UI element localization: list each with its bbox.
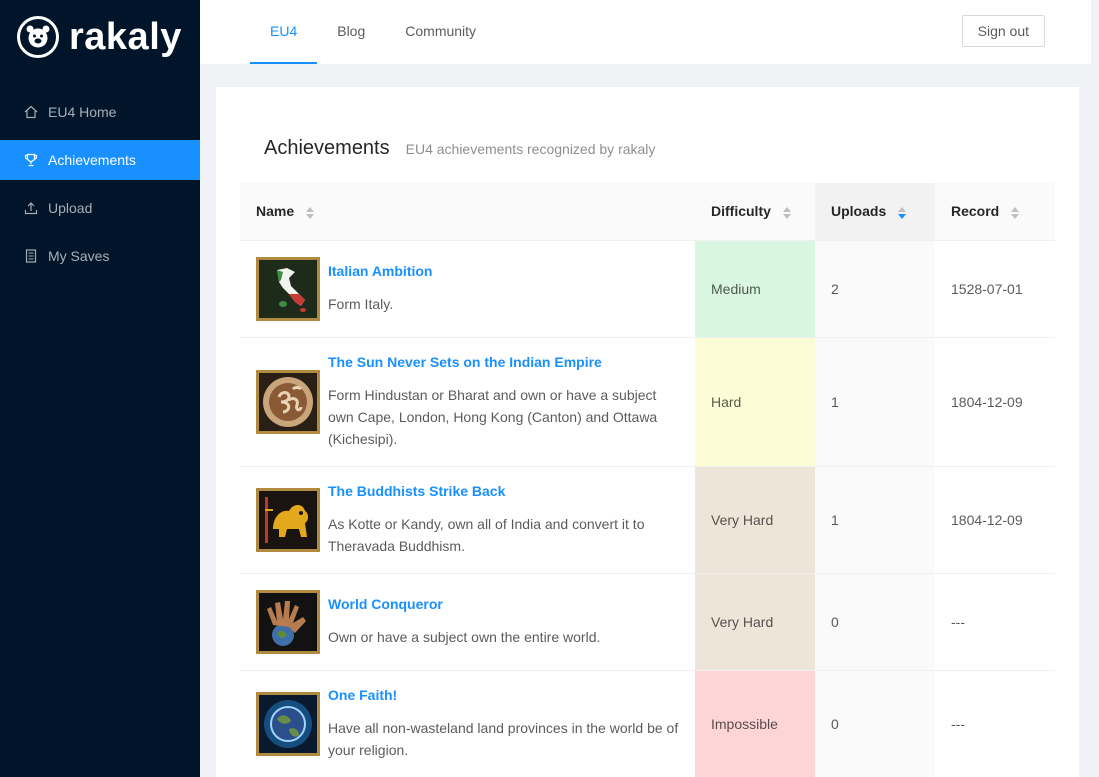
italy-map-icon	[256, 256, 320, 321]
name-cell: One Faith! Have all non-wasteland land p…	[240, 670, 695, 777]
top-nav-tabs: EU4 Blog Community	[250, 0, 496, 64]
bear-logo-icon	[17, 16, 59, 58]
table-row: World Conqueror Own or have a subject ow…	[240, 573, 1055, 671]
page-subtitle: EU4 achievements recognized by rakaly	[405, 141, 656, 157]
column-header-label: Name	[256, 203, 295, 220]
achievement-title-link[interactable]: The Sun Never Sets on the Indian Empire	[328, 354, 679, 370]
table-row: The Buddhists Strike Back As Kotte or Ka…	[240, 466, 1055, 574]
logo[interactable]: rakaly	[17, 16, 182, 58]
difficulty-cell: Very Hard	[695, 466, 815, 574]
difficulty-cell: Impossible	[695, 670, 815, 777]
sort-caret-icon[interactable]	[898, 206, 907, 219]
scrollbar[interactable]	[1091, 0, 1099, 777]
difficulty-cell: Very Hard	[695, 573, 815, 671]
record-cell: 1804-12-09	[935, 337, 1055, 467]
column-header-uploads[interactable]: Uploads	[815, 183, 935, 241]
column-header-difficulty[interactable]: Difficulty	[695, 183, 815, 241]
achievements-table: Name Difficulty Uploads Record Italian A…	[240, 183, 1055, 777]
column-header-record[interactable]: Record	[935, 183, 1055, 241]
sidebar-item-label: EU4 Home	[48, 104, 117, 120]
uploads-cell: 0	[815, 573, 935, 671]
difficulty-cell: Hard	[695, 337, 815, 467]
achievement-description: As Kotte or Kandy, own all of India and …	[328, 515, 645, 554]
upload-icon	[24, 201, 38, 215]
sort-caret-icon[interactable]	[1011, 206, 1020, 219]
achievement-title-link[interactable]: One Faith!	[328, 687, 679, 703]
record-cell: ---	[935, 573, 1055, 671]
tab-community[interactable]: Community	[385, 0, 496, 64]
record-cell: 1528-07-01	[935, 240, 1055, 338]
column-header-label: Uploads	[831, 203, 887, 220]
uploads-cell: 1	[815, 466, 935, 574]
sidebar: rakaly EU4 Home Achievements Upload My S…	[0, 0, 200, 777]
trophy-icon	[24, 153, 38, 167]
sidebar-item-upload[interactable]: Upload	[0, 188, 200, 228]
name-cell: World Conqueror Own or have a subject ow…	[240, 573, 695, 671]
glowing-earth-icon	[256, 691, 320, 756]
column-header-name[interactable]: Name	[240, 183, 695, 241]
column-header-label: Record	[951, 203, 1000, 220]
sign-out-button[interactable]: Sign out	[961, 15, 1045, 47]
uploads-cell: 2	[815, 240, 935, 338]
difficulty-cell: Medium	[695, 240, 815, 338]
om-symbol-icon	[256, 369, 320, 434]
achievement-description: Have all non-wasteland land provinces in…	[328, 719, 679, 758]
sidebar-item-label: Upload	[48, 200, 93, 216]
table-row: Italian Ambition Form Italy. Medium 2 15…	[240, 240, 1055, 338]
sort-caret-icon[interactable]	[782, 206, 791, 219]
table-row: One Faith! Have all non-wasteland land p…	[240, 670, 1055, 777]
achievement-title-link[interactable]: World Conqueror	[328, 596, 679, 612]
sidebar-item-label: My Saves	[48, 248, 110, 264]
sidebar-item-eu4-home[interactable]: EU4 Home	[0, 92, 200, 132]
saves-icon	[24, 249, 38, 263]
uploads-cell: 1	[815, 337, 935, 467]
tab-blog[interactable]: Blog	[317, 0, 385, 64]
sidebar-item-my-saves[interactable]: My Saves	[0, 236, 200, 276]
table-row: The Sun Never Sets on the Indian Empire …	[240, 337, 1055, 467]
achievement-title-link[interactable]: The Buddhists Strike Back	[328, 483, 679, 499]
page-header: Achievements EU4 achievements recognized…	[264, 137, 655, 160]
achievement-description: Form Hindustan or Bharat and own or have…	[328, 386, 658, 447]
achievement-title-link[interactable]: Italian Ambition	[328, 263, 679, 279]
top-header: EU4 Blog Community Sign out	[200, 0, 1099, 64]
home-icon	[24, 105, 38, 119]
sidebar-menu: EU4 Home Achievements Upload My Saves	[0, 92, 200, 284]
sort-caret-icon[interactable]	[306, 206, 315, 219]
name-cell: Italian Ambition Form Italy.	[240, 240, 695, 338]
uploads-cell: 0	[815, 670, 935, 777]
hand-globe-icon	[256, 589, 320, 654]
column-header-label: Difficulty	[711, 203, 771, 220]
achievement-description: Form Italy.	[328, 295, 394, 312]
name-cell: The Sun Never Sets on the Indian Empire …	[240, 337, 695, 467]
name-cell: The Buddhists Strike Back As Kotte or Ka…	[240, 466, 695, 574]
record-cell: ---	[935, 670, 1055, 777]
tab-eu4[interactable]: EU4	[250, 0, 318, 64]
sidebar-item-achievements[interactable]: Achievements	[0, 140, 200, 180]
achievement-description: Own or have a subject own the entire wor…	[328, 628, 601, 645]
sidebar-item-label: Achievements	[48, 152, 136, 168]
record-cell: 1804-12-09	[935, 466, 1055, 574]
lion-flag-icon	[256, 487, 320, 552]
logo-text: rakaly	[69, 16, 182, 58]
content-card: Achievements EU4 achievements recognized…	[216, 87, 1079, 777]
page-title: Achievements	[264, 137, 390, 159]
table-header-row: Name Difficulty Uploads Record	[240, 183, 1055, 241]
